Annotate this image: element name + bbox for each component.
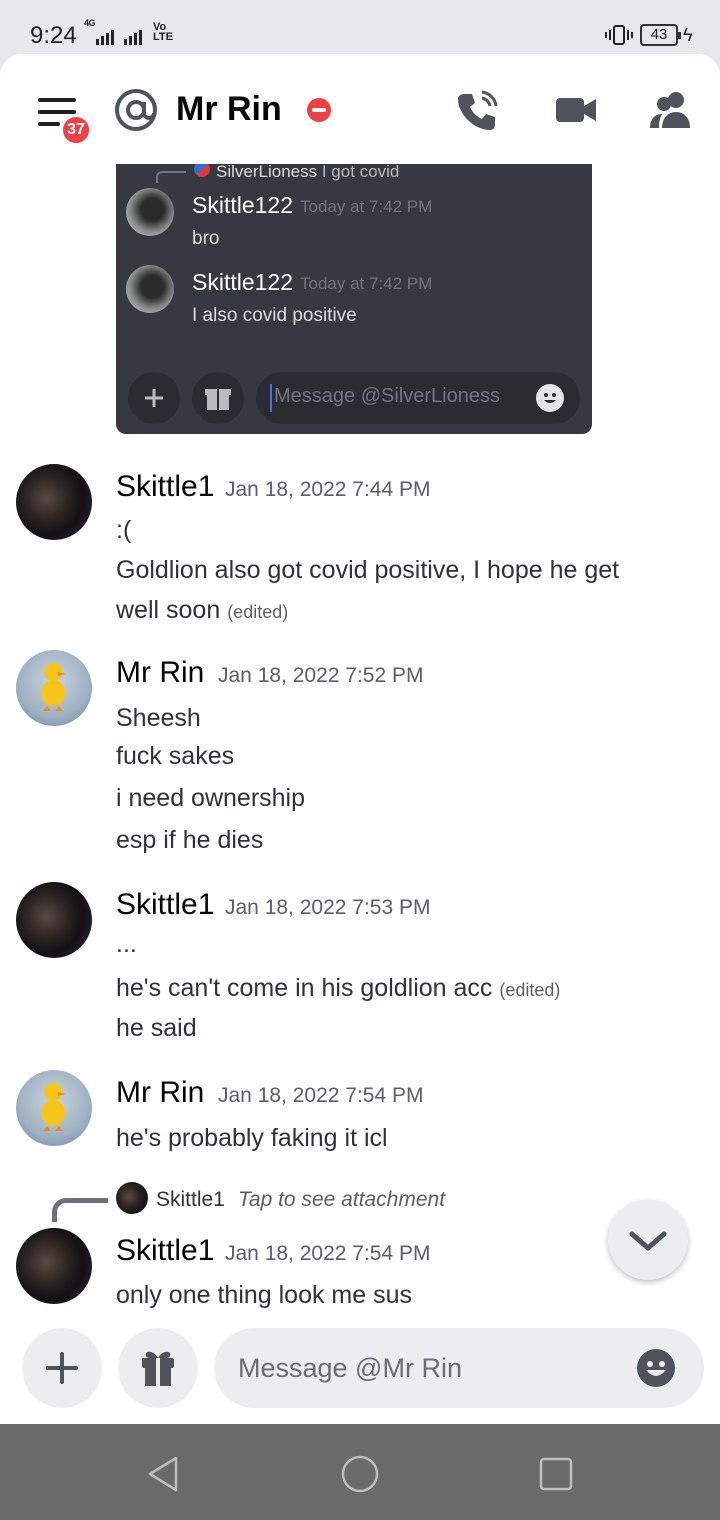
- at-icon: [115, 89, 157, 131]
- message-composer: Message @Mr Rin: [0, 1314, 720, 1424]
- message-text: he said: [116, 1014, 197, 1042]
- voice-call-button[interactable]: [456, 88, 500, 132]
- message-input[interactable]: Message @Mr Rin: [214, 1328, 704, 1408]
- embed-input-placeholder: Message @SilverLioness: [274, 385, 500, 407]
- signal-2-icon: [124, 30, 142, 45]
- duck-avatar-image: [41, 663, 66, 711]
- gift-button[interactable]: [118, 1328, 198, 1408]
- edited-label: (edited): [499, 980, 561, 1000]
- message-text: i need ownership: [116, 784, 306, 812]
- gift-icon: [142, 1351, 174, 1386]
- network-type: 4G: [84, 18, 96, 28]
- reply-connector: [156, 171, 186, 183]
- message-timestamp: Jan 18, 2022 7:52 PM: [218, 664, 424, 687]
- reply-attachment-link[interactable]: Tap to see attachment: [238, 1188, 445, 1212]
- message-text: well soon (edited): [116, 596, 289, 624]
- message-input-placeholder: Message @Mr Rin: [238, 1353, 462, 1383]
- message-text: he's can't come in his goldlion acc (edi…: [116, 974, 561, 1002]
- video-call-button[interactable]: [554, 88, 598, 132]
- message-text: he's probably faking it icl: [116, 1124, 388, 1152]
- message-author[interactable]: Mr Rin: [116, 656, 204, 690]
- battery-icon: 43: [640, 24, 681, 46]
- message-author[interactable]: Mr Rin: [116, 1076, 204, 1110]
- avatar[interactable]: [16, 464, 92, 540]
- message-author[interactable]: Skittle1: [116, 1234, 214, 1268]
- message-text: ...: [116, 930, 137, 958]
- message-text: :(: [116, 516, 132, 544]
- charging-icon: ϟ: [683, 25, 693, 45]
- embed-gift-icon: [192, 372, 244, 424]
- embed-author: Skittle122: [192, 269, 294, 295]
- message-timestamp: Jan 18, 2022 7:54 PM: [218, 1084, 424, 1107]
- reply-avatar: [116, 1182, 148, 1214]
- embed-timestamp: Today at 7:42 PM: [300, 274, 433, 293]
- home-icon[interactable]: [340, 1454, 380, 1494]
- volte-indicator: Vo LTE: [153, 21, 173, 43]
- embed-message-text: I also covid positive: [192, 305, 357, 326]
- embed-emoji-icon: [536, 384, 564, 412]
- avatar[interactable]: [16, 1228, 92, 1304]
- avatar[interactable]: [16, 1070, 92, 1146]
- channel-header: 37 Mr Rin: [0, 54, 720, 164]
- reply-avatar: [194, 164, 210, 177]
- embed-timestamp: Today at 7:42 PM: [300, 197, 433, 216]
- avatar[interactable]: [16, 650, 92, 726]
- message-author[interactable]: Skittle1: [116, 470, 214, 504]
- status-time: 9:24: [30, 22, 77, 49]
- unread-badge: 37: [60, 114, 92, 146]
- system-nav-bar: [0, 1424, 720, 1520]
- recents-icon[interactable]: [536, 1454, 576, 1494]
- plus-icon: [46, 1352, 78, 1384]
- back-icon[interactable]: [144, 1454, 184, 1494]
- embed-message-input: Message @SilverLioness: [256, 372, 580, 424]
- page-title: Mr Rin: [176, 90, 282, 128]
- reply-connector: [52, 1198, 108, 1222]
- embed-author: Skittle122: [192, 192, 294, 218]
- message-timestamp: Jan 18, 2022 7:53 PM: [225, 896, 431, 919]
- vibrate-icon: [605, 25, 633, 45]
- message-text: Sheesh: [116, 704, 201, 732]
- jump-to-bottom-button[interactable]: [608, 1200, 688, 1280]
- reply-author[interactable]: Skittle1: [156, 1188, 225, 1212]
- embed-reply-preview: SilverLioness I got covid: [216, 164, 400, 181]
- message-timestamp: Jan 18, 2022 7:54 PM: [225, 1242, 431, 1265]
- embed-avatar: [126, 265, 174, 313]
- embed-message-text: bro: [192, 228, 220, 249]
- members-button[interactable]: [650, 88, 694, 132]
- add-attachment-button[interactable]: [22, 1328, 102, 1408]
- dm-channel: 37 Mr Rin SilverLioness I got covid Skit…: [0, 54, 720, 1424]
- embed-plus-icon: [128, 372, 180, 424]
- message-text: fuck sakes: [116, 742, 235, 770]
- message-text: Goldlion also got covid positive, I hope…: [116, 556, 620, 584]
- message-text: only one thing look me sus: [116, 1281, 413, 1309]
- embed-avatar: [126, 188, 174, 236]
- avatar[interactable]: [16, 882, 92, 958]
- edited-label: (edited): [227, 602, 289, 622]
- message-timestamp: Jan 18, 2022 7:44 PM: [225, 478, 431, 501]
- emoji-icon[interactable]: [636, 1348, 676, 1388]
- dnd-status-icon: [307, 98, 331, 122]
- text-caret: [270, 384, 272, 412]
- attachment-image[interactable]: SilverLioness I got covid Skittle122 Tod…: [116, 164, 592, 434]
- chevron-down-icon: [629, 1231, 667, 1251]
- duck-avatar-image: [41, 1083, 66, 1131]
- message-author[interactable]: Skittle1: [116, 888, 214, 922]
- message-text: esp if he dies: [116, 826, 264, 854]
- signal-1-icon: [96, 30, 114, 45]
